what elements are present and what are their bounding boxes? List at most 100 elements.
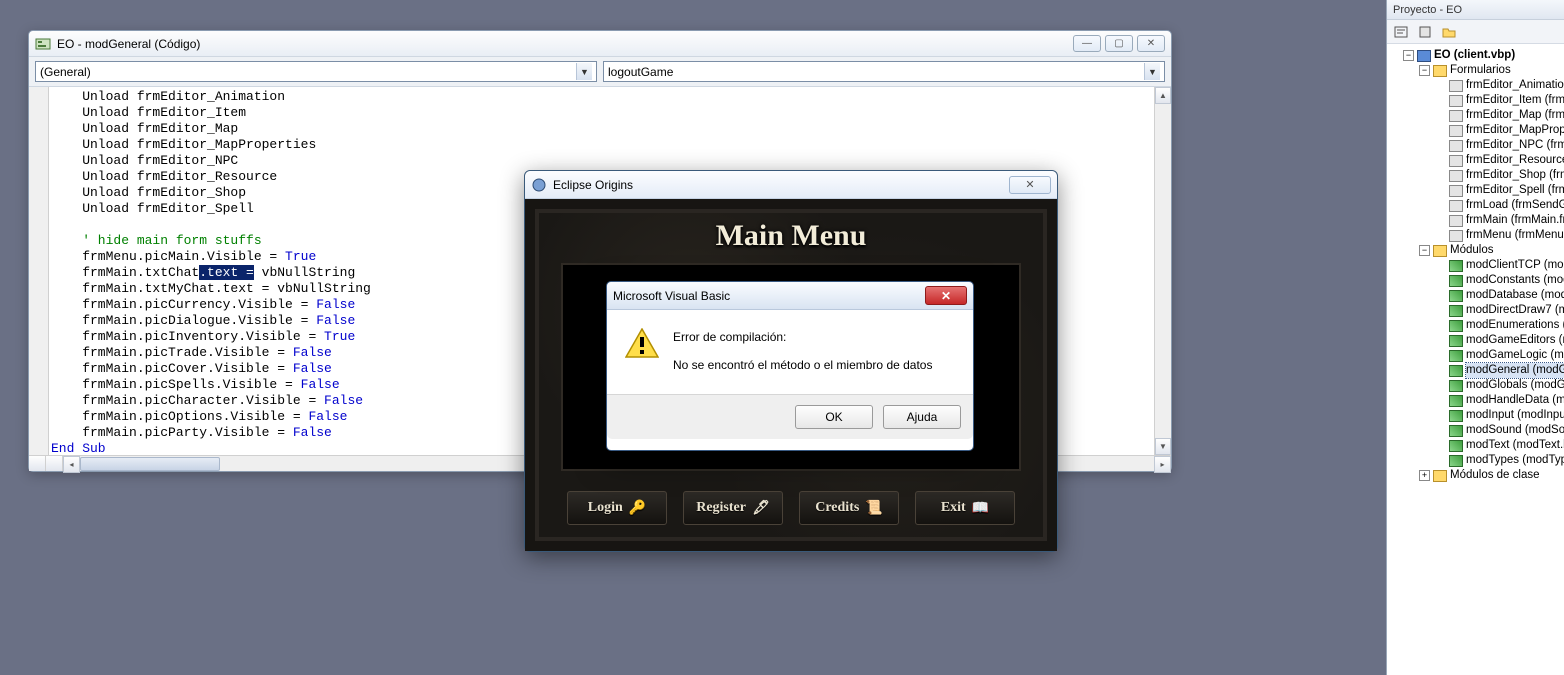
scroll-right-button[interactable]: ▸ [1154,456,1171,473]
module-icon [1449,410,1463,422]
tree-form-item[interactable]: frmEditor_Item (frmE [1433,93,1564,108]
tree-folder-class-modules[interactable]: + Módulos de clase [1417,468,1564,483]
tree-form-item[interactable]: frmMenu (frmMenu.f [1433,228,1564,243]
toggle-folders-button[interactable] [1439,22,1459,42]
error-titlebar[interactable]: Microsoft Visual Basic ✕ [607,282,973,310]
tree-item-label: modEnumerations (m [1466,318,1564,333]
module-icon [1449,320,1463,332]
expand-icon[interactable]: + [1419,470,1430,481]
code-combo-row: (General) ▼ logoutGame ▼ [29,57,1171,87]
procedure-combo[interactable]: logoutGame ▼ [603,61,1165,82]
error-close-button[interactable]: ✕ [925,286,967,305]
tree-folder-forms[interactable]: − Formularios [1417,63,1564,78]
hscroll-thumb[interactable] [80,457,220,471]
tree-form-item[interactable]: frmEditor_Resource [1433,153,1564,168]
tree-form-item[interactable]: frmLoad (frmSendGe [1433,198,1564,213]
scroll-left-button[interactable]: ◂ [63,456,80,473]
tree-root[interactable]: − EO (client.vbp) [1401,48,1564,63]
form-icon [1449,125,1463,137]
tree-module-item[interactable]: modGameLogic (mod [1433,348,1564,363]
menu-button-row: Login🔑 Register🖋 Credits📜 Exit📖 [539,491,1043,525]
tree-item-label: modHandleData (mo [1466,393,1564,408]
view-code-button[interactable] [1391,22,1411,42]
form-icon [1449,155,1463,167]
tree-item-label: modGameEditors (mc [1466,333,1564,348]
collapse-icon[interactable]: − [1419,245,1430,256]
tree-form-item[interactable]: frmEditor_MapPrope [1433,123,1564,138]
register-button[interactable]: Register🖋 [683,491,783,525]
tree-module-item[interactable]: modSound (modSour [1433,423,1564,438]
tree-item-label: modConstants (mod [1466,273,1564,288]
module-icon [1449,380,1463,392]
collapse-icon[interactable]: − [1419,65,1430,76]
collapse-icon[interactable]: − [1403,50,1414,61]
vb-error-dialog: Microsoft Visual Basic ✕ Error de compil… [606,281,974,451]
tree-module-item[interactable]: modInput (modInput [1433,408,1564,423]
close-button[interactable]: ✕ [1137,35,1165,52]
maximize-button[interactable]: ▢ [1105,35,1133,52]
tree-form-item[interactable]: frmEditor_Map (frmE [1433,108,1564,123]
modules-folder-label: Módulos [1450,243,1493,258]
tree-module-item[interactable]: modDirectDraw7 (mc [1433,303,1564,318]
view-procedure-button[interactable] [29,456,46,471]
tree-module-item[interactable]: modHandleData (mo [1433,393,1564,408]
form-icon [1449,185,1463,197]
tree-item-label: modSound (modSour [1466,423,1564,438]
tree-module-item[interactable]: modGeneral (modGe [1433,363,1564,378]
view-full-button[interactable] [46,456,63,471]
error-dialog-title: Microsoft Visual Basic [613,289,925,303]
view-object-button[interactable] [1415,22,1435,42]
tree-item-label: frmEditor_Shop (frm [1466,168,1564,183]
module-icon [1449,425,1463,437]
project-tree[interactable]: − EO (client.vbp) − Formularios frmEdito… [1387,44,1564,487]
tree-module-item[interactable]: modEnumerations (m [1433,318,1564,333]
tree-module-item[interactable]: modGameEditors (mc [1433,333,1564,348]
module-icon [1449,350,1463,362]
project-panel-header[interactable]: Proyecto - EO [1387,0,1564,20]
module-icon [1449,290,1463,302]
vertical-scrollbar[interactable]: ▲ ▼ [1154,87,1171,455]
form-icon [1449,95,1463,107]
object-combo[interactable]: (General) ▼ [35,61,597,82]
tree-form-item[interactable]: frmMain (frmMain.frr [1433,213,1564,228]
ok-button[interactable]: OK [795,405,873,429]
tree-item-label: frmMain (frmMain.frr [1466,213,1564,228]
tree-item-label: modGameLogic (mod [1466,348,1564,363]
exit-button[interactable]: Exit📖 [915,491,1015,525]
code-window-titlebar[interactable]: EO - modGeneral (Código) — ▢ ✕ [29,31,1171,57]
main-menu-title: Main Menu [539,213,1043,253]
vb-module-icon [35,36,51,52]
tree-item-label: modGlobals (modGlol [1466,378,1564,393]
module-icon [1449,365,1463,377]
scroll-up-button[interactable]: ▲ [1155,87,1171,104]
folder-icon [1433,245,1447,257]
form-icon [1449,170,1463,182]
tree-module-item[interactable]: modGlobals (modGlol [1433,378,1564,393]
game-titlebar[interactable]: Eclipse Origins ✕ [525,171,1057,199]
tree-module-item[interactable]: modConstants (mod [1433,273,1564,288]
minimize-button[interactable]: — [1073,35,1101,52]
tree-module-item[interactable]: modDatabase (modD [1433,288,1564,303]
credits-button[interactable]: Credits📜 [799,491,899,525]
module-icon [1449,305,1463,317]
tree-form-item[interactable]: frmEditor_Spell (frm [1433,183,1564,198]
tree-form-item[interactable]: frmEditor_Animation [1433,78,1564,93]
code-gutter [29,87,49,455]
tree-form-item[interactable]: frmEditor_Shop (frm [1433,168,1564,183]
scroll-down-button[interactable]: ▼ [1155,438,1171,455]
tree-module-item[interactable]: modClientTCP (modC [1433,258,1564,273]
scroll-icon: 📜 [865,500,882,517]
login-button[interactable]: Login🔑 [567,491,667,525]
module-icon [1449,275,1463,287]
tree-folder-modules[interactable]: − Módulos [1417,243,1564,258]
tree-form-item[interactable]: frmEditor_NPC (frmE [1433,138,1564,153]
help-button[interactable]: Ajuda [883,405,961,429]
game-close-button[interactable]: ✕ [1009,176,1051,194]
book-icon: 📖 [972,500,989,517]
module-icon [1449,260,1463,272]
tree-item-label: modDirectDraw7 (mc [1466,303,1564,318]
tree-module-item[interactable]: modTypes (modType [1433,453,1564,468]
tree-module-item[interactable]: modText (modText.b [1433,438,1564,453]
form-icon [1449,230,1463,242]
warning-icon [625,328,659,358]
